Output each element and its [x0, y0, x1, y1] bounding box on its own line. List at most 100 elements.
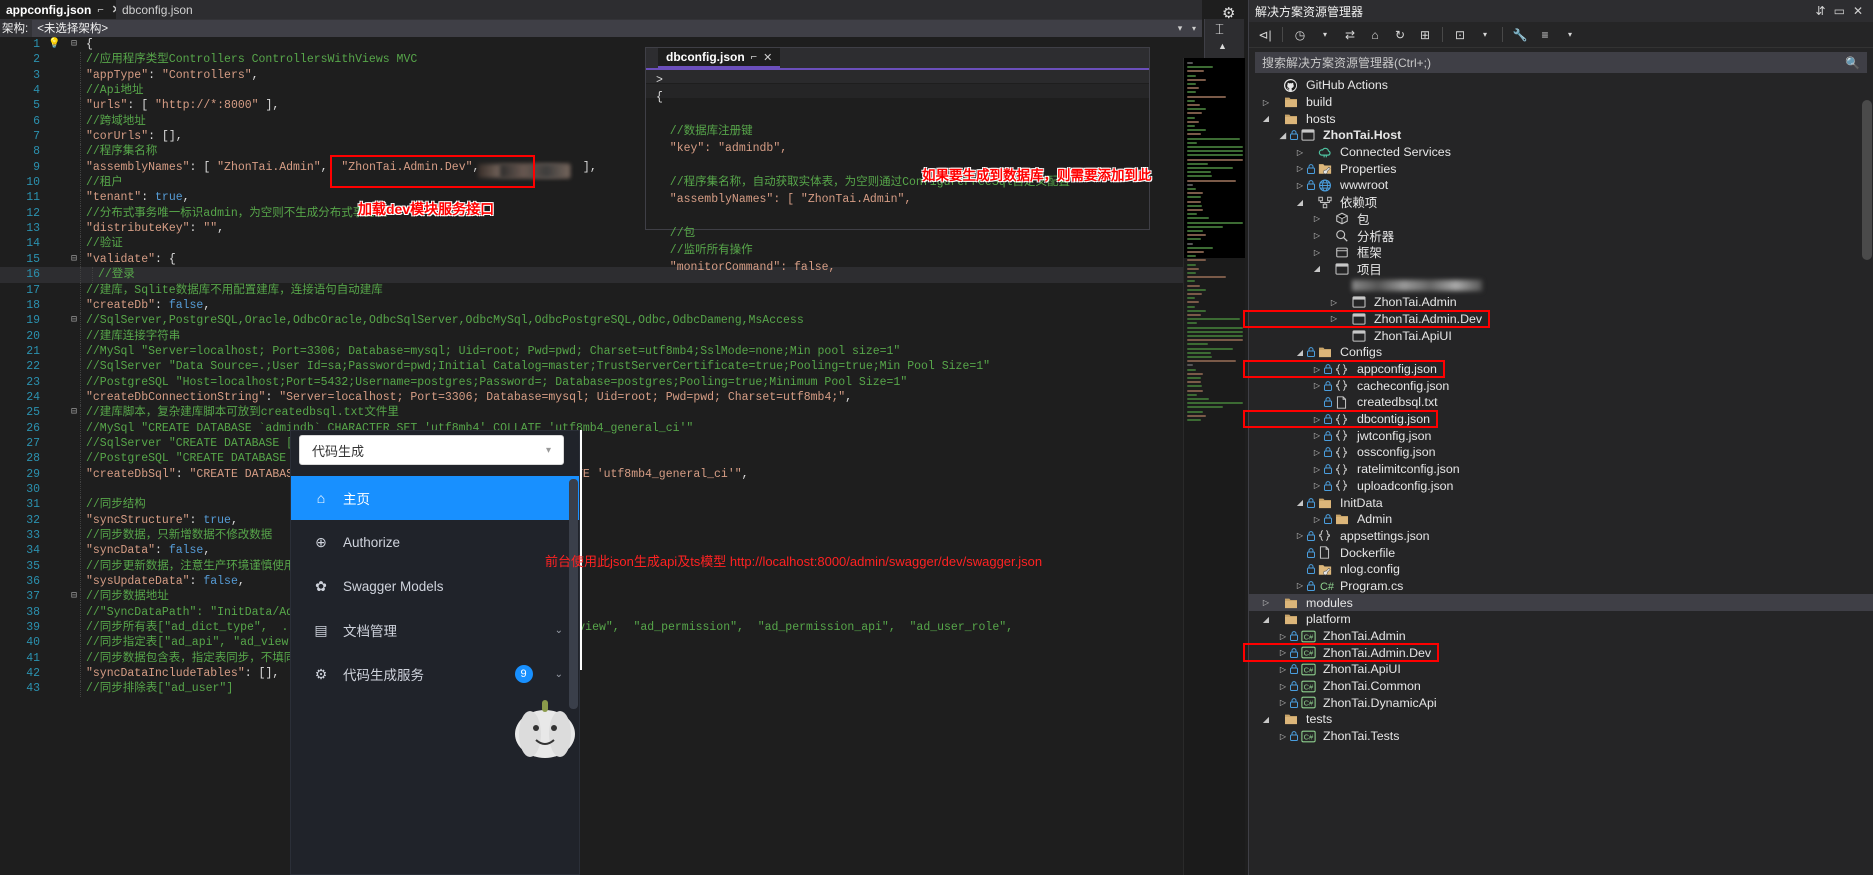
pin-icon[interactable]: ⌐ [751, 51, 757, 63]
refresh-icon[interactable]: ↻ [1389, 25, 1411, 45]
tree-item-hosts[interactable]: ◢ hosts [1249, 110, 1873, 127]
pin-icon[interactable]: ⌐ [95, 4, 105, 16]
menu-item-2[interactable]: ✿ Swagger Models [291, 564, 579, 608]
tree-item-zhontai-apiui[interactable]: ZhonTai.ApiUI [1249, 327, 1873, 344]
tree-item-program-cs[interactable]: ▷ C# Program.cs [1249, 578, 1873, 595]
chevron-down-icon[interactable]: ⌄ [555, 669, 563, 680]
tab-dbconfig-json[interactable]: dbconfig.json [116, 0, 199, 19]
tree-item-initdata[interactable]: ◢ InitData [1249, 494, 1873, 511]
solution-explorer-search[interactable]: 搜索解决方案资源管理器(Ctrl+;) 🔍 [1255, 52, 1867, 73]
chevron-right-icon[interactable]: ▷ [1327, 314, 1341, 323]
history-icon[interactable]: ◷ [1289, 25, 1311, 45]
chevron-down-icon[interactable]: ◢ [1293, 498, 1307, 507]
pin-icon[interactable]: ⇵ [1812, 4, 1830, 18]
fold-toggle-icon[interactable]: ⊟ [68, 313, 80, 328]
menu-item-0[interactable]: ⌂ 主页 [291, 476, 579, 520]
chevron-right-icon[interactable]: ▷ [1310, 365, 1324, 374]
home-icon[interactable]: ⌂ [1364, 25, 1386, 45]
menu-item-4[interactable]: ⚙ 代码生成服务 9 ⌄ [291, 652, 579, 696]
chevron-right-icon[interactable]: ▷ [1327, 298, 1341, 307]
chevron-down-icon[interactable]: ▾ [1559, 25, 1581, 45]
tree-item--[interactable]: ◢ 依赖项 [1249, 194, 1873, 211]
chevron-right-icon[interactable]: ▷ [1310, 231, 1324, 240]
tree-item-tests[interactable]: ◢ tests [1249, 711, 1873, 728]
chevron-right-icon[interactable]: ▷ [1310, 431, 1324, 440]
tree-item-uploadconfig-json[interactable]: ▷ uploadconfig.json [1249, 478, 1873, 495]
tree-item-zhontai-admin-dev[interactable]: ▷ ZhonTai.Admin.Dev [1249, 311, 1873, 328]
chevron-right-icon[interactable]: ▷ [1293, 531, 1307, 540]
tree-item--[interactable]: ▷ 框架 [1249, 244, 1873, 261]
chevron-down-icon[interactable]: ◢ [1276, 131, 1290, 140]
chevron-right-icon[interactable]: ▷ [1259, 598, 1273, 607]
tree-item-platform[interactable]: ◢ platform [1249, 611, 1873, 628]
chevron-right-icon[interactable]: ▷ [1310, 515, 1324, 524]
search-icon[interactable]: 🔍 [1845, 56, 1860, 70]
tree-item-dbcontig-json[interactable]: ▷ dbcontig.json [1249, 411, 1873, 428]
chevron-right-icon[interactable]: ▷ [1276, 648, 1290, 657]
chevron-right-icon[interactable]: ▷ [1293, 181, 1307, 190]
tree-item-appsettings-json[interactable]: ▷ appsettings.json [1249, 528, 1873, 545]
collapse-all-icon[interactable]: ⊲| [1254, 25, 1276, 45]
tree-item-createdbsql-txt[interactable]: createdbsql.txt [1249, 394, 1873, 411]
close-icon[interactable]: ✕ [1849, 4, 1867, 18]
solution-explorer-panel[interactable]: 解决方案资源管理器 ⇵ ▭ ✕ ⊲| ◷ ▾ ⇄ ⌂ ↻ ⊞ ⊡ ▾ 🔧 ≡ ▾… [1248, 0, 1873, 875]
chevron-down-icon[interactable]: ◢ [1293, 348, 1307, 357]
chevron-right-icon[interactable]: ▷ [1310, 415, 1324, 424]
chevron-right-icon[interactable]: ▷ [1310, 381, 1324, 390]
tree-item--[interactable]: ▷ 分析器 [1249, 227, 1873, 244]
close-icon[interactable]: ✕ [763, 51, 772, 64]
tab-appconfig-json[interactable]: appconfig.json ⌐ ✕ [0, 0, 129, 19]
tree-item-ossconfig-json[interactable]: ▷ ossconfig.json [1249, 444, 1873, 461]
fold-toggle-icon[interactable]: ⊟ [68, 252, 80, 267]
tree-item-zhontai-admin[interactable]: ▷ ZhonTai.Admin [1249, 294, 1873, 311]
tree-item-cacheconfig-json[interactable]: ▷ cacheconfig.json [1249, 377, 1873, 394]
tree-item-github-actions[interactable]: GitHub Actions [1249, 77, 1873, 94]
float-tab-dbconfig[interactable]: dbconfig.json ⌐ ✕ [658, 48, 781, 68]
chevron-down-icon[interactable]: ▾ [1314, 25, 1336, 45]
chevron-right-icon[interactable]: ▷ [1276, 682, 1290, 691]
tree-item-configs[interactable]: ◢ Configs [1249, 344, 1873, 361]
chevron-right-icon[interactable]: ▷ [1276, 732, 1290, 741]
tree-item-admin[interactable]: ▷ Admin [1249, 511, 1873, 528]
chevron-down-icon[interactable]: ◢ [1259, 615, 1273, 624]
tree-item-zhontai-dynamicapi[interactable]: ▷ C# ZhonTai.DynamicApi [1249, 694, 1873, 711]
chevron-down-icon[interactable]: ◢ [1310, 264, 1324, 273]
tree-item-zhontai-admin[interactable]: ▷ C# ZhonTai.Admin [1249, 628, 1873, 645]
tree-item-build[interactable]: ▷ build [1249, 94, 1873, 111]
tree-item-properties[interactable]: ▷ Properties [1249, 160, 1873, 177]
tree-item-wwwroot[interactable]: ▷ wwwroot [1249, 177, 1873, 194]
chevron-right-icon[interactable]: ▷ [1310, 448, 1324, 457]
chevron-right-icon[interactable]: ▷ [1310, 214, 1324, 223]
show-all-files-icon[interactable]: ⊞ [1414, 25, 1436, 45]
tree-item-zhontai-apiui[interactable]: ▷ C# ZhonTai.ApiUI [1249, 661, 1873, 678]
editor-member-dropdown-caret[interactable]: ▾ [1160, 20, 1200, 36]
more-options-icon[interactable]: ≡ [1534, 25, 1556, 45]
tree-item-ratelimitconfig-json[interactable]: ▷ ratelimitconfig.json [1249, 461, 1873, 478]
overlay-scrollbar[interactable] [569, 479, 578, 709]
editor-minimap[interactable] [1183, 58, 1245, 875]
fold-toggle-icon[interactable]: ⊟ [68, 37, 80, 52]
tree-item-zhontai-host[interactable]: ◢ ZhonTai.Host [1249, 127, 1873, 144]
fold-toggle-icon[interactable]: ⊟ [68, 405, 80, 420]
float-icon[interactable]: ▭ [1830, 4, 1849, 18]
lightbulb-icon[interactable]: 💡 [48, 37, 60, 52]
tree-item-zhontai-common[interactable]: ▷ C# ZhonTai.Common [1249, 678, 1873, 695]
tree-item-zhontai-tests[interactable]: ▷ C# ZhonTai.Tests [1249, 728, 1873, 745]
chevron-right-icon[interactable]: ▷ [1293, 164, 1307, 173]
tree-item-connected-services[interactable]: ▷ Connected Services [1249, 144, 1873, 161]
tree-item-redacted[interactable] [1249, 277, 1873, 294]
chevron-down-icon[interactable]: ▾ [1474, 25, 1496, 45]
tree-item-dockerfile[interactable]: Dockerfile [1249, 544, 1873, 561]
menu-item-3[interactable]: ▤ 文档管理 ⌄ [291, 608, 579, 652]
chevron-right-icon[interactable]: ▷ [1259, 98, 1273, 107]
chevron-right-icon[interactable]: ▷ [1276, 632, 1290, 641]
sync-icon[interactable]: ⇄ [1339, 25, 1361, 45]
chevron-right-icon[interactable]: ▷ [1310, 465, 1324, 474]
tree-item-nlog-config[interactable]: nlog.config [1249, 561, 1873, 578]
chevron-right-icon[interactable]: ▷ [1310, 481, 1324, 490]
chevron-right-icon[interactable]: ▷ [1276, 698, 1290, 707]
tree-item-jwtconfig-json[interactable]: ▷ jwtconfig.json [1249, 427, 1873, 444]
fold-toggle-icon[interactable]: ⊟ [68, 589, 80, 604]
tree-item-zhontai-admin-dev[interactable]: ▷ C# ZhonTai.Admin.Dev [1249, 644, 1873, 661]
chevron-right-icon[interactable]: ▷ [1310, 248, 1324, 257]
